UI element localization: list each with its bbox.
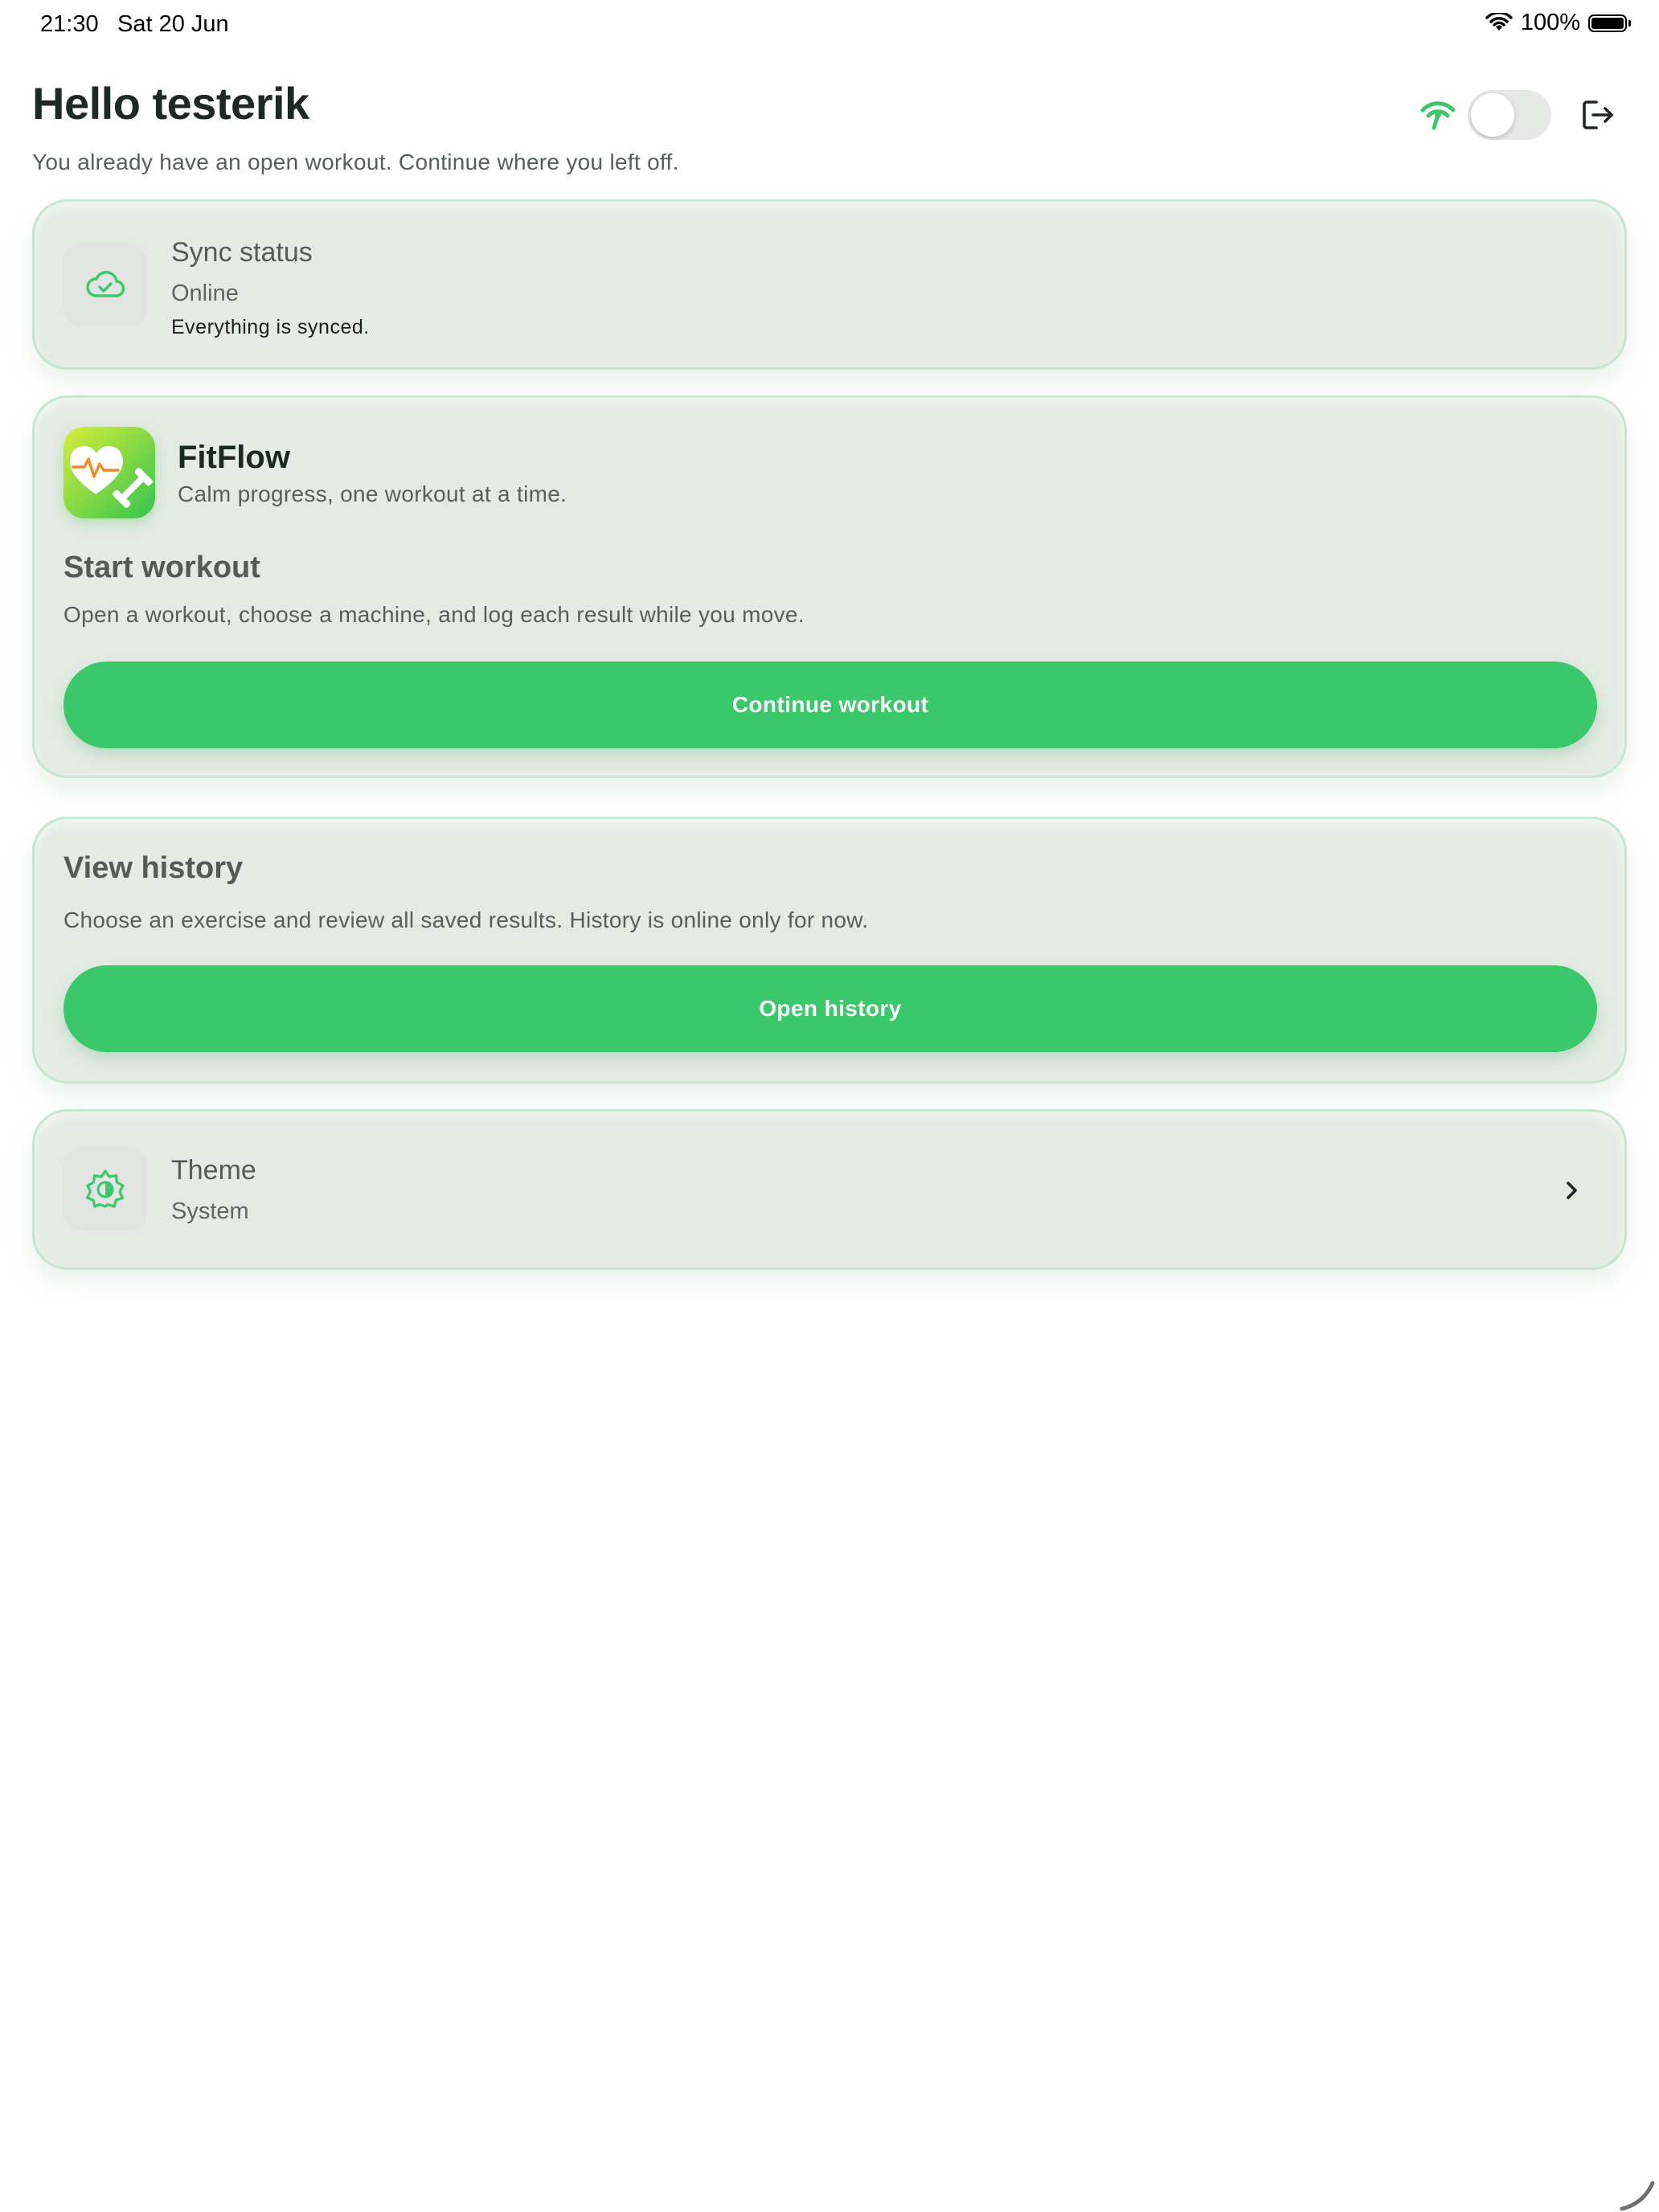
offline-mode-toggle[interactable] [1468, 90, 1551, 140]
sync-status-card: Sync status Online Everything is synced. [32, 199, 1627, 370]
theme-value: System [171, 1198, 249, 1224]
corner-handle-icon [1620, 2181, 1655, 2211]
battery-percent: 100% [1520, 10, 1580, 35]
app-tagline: Calm progress, one workout at a time. [178, 481, 567, 506]
logout-icon[interactable] [1579, 96, 1617, 134]
header-controls [1419, 90, 1617, 140]
sync-detail: Everything is synced. [171, 316, 370, 338]
sync-icon-tile [63, 244, 147, 327]
battery-icon [1588, 14, 1631, 32]
workout-title: Start workout [63, 551, 260, 584]
brightness-icon [85, 1169, 125, 1208]
theme-card[interactable]: Theme System [32, 1109, 1627, 1270]
workout-card: FitFlow Calm progress, one workout at a … [32, 395, 1627, 778]
status-date: Sat 20 Jun [117, 11, 229, 37]
connection-status-icon [1420, 101, 1456, 130]
cloud-check-icon [86, 271, 125, 297]
history-title: View history [63, 851, 244, 885]
status-time: 21:30 [40, 11, 99, 37]
continue-workout-button[interactable]: Continue workout [63, 662, 1597, 748]
open-history-button[interactable]: Open history [63, 965, 1597, 1052]
sync-title: Sync status [171, 237, 313, 268]
page-title: Hello testerik [32, 78, 309, 129]
history-description: Choose an exercise and review all saved … [63, 907, 869, 932]
workout-description: Open a workout, choose a machine, and lo… [63, 602, 805, 627]
page-subtitle: You already have an open workout. Contin… [32, 150, 679, 174]
toggle-knob [1471, 93, 1514, 137]
history-card: View history Choose an exercise and revi… [32, 817, 1627, 1083]
wifi-icon [1485, 12, 1513, 31]
status-right: 100% [1485, 10, 1631, 36]
theme-title: Theme [171, 1155, 256, 1186]
sync-status-value: Online [171, 281, 239, 306]
fitflow-logo-icon [63, 427, 155, 518]
theme-icon-tile [63, 1147, 147, 1231]
status-bar: 21:30 Sat 20 Jun 100% [0, 0, 1659, 51]
app-logo [63, 427, 155, 518]
app-name: FitFlow [178, 440, 290, 475]
chevron-right-icon [1567, 1182, 1577, 1199]
